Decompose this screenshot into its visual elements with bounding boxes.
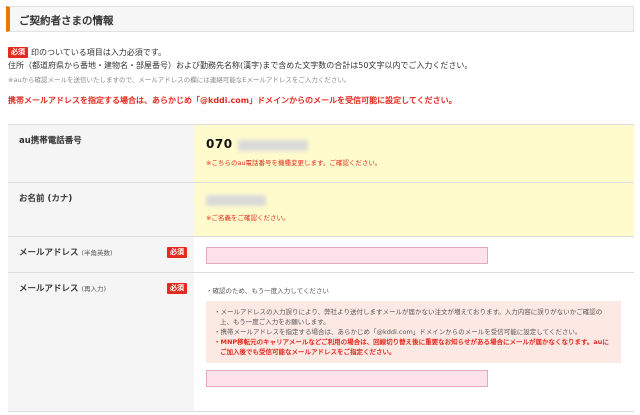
row-email-confirm: メールアドレス (再入力) 必須 ・確認のため、もう一度入力してください ・メール… [8,273,634,412]
name-note: ※ご名義をご確認ください。 [206,214,290,222]
email-confirm-value-cell: ・確認のため、もう一度入力してください ・メールアドレスの入力誤りにより、弊社よ… [194,273,634,411]
email-confirm-required-badge: 必須 [167,283,187,294]
email-confirm-hint: ・確認のため、もう一度入力してください [206,287,329,295]
form-table: au携帯電話番号 070 ※こちらのau電話番号を機種変更します。ご確認ください… [8,124,634,412]
phone-note: ※こちらのau電話番号を機種変更します。ご確認ください。 [206,159,382,167]
section-header: ご契約者さまの情報 [6,6,634,32]
email-notice-item: ・メールアドレスの入力誤りにより、弊社より送付しますメールが届かない注文が増えて… [214,308,603,326]
required-legend-text: 印のついている項目は入力必須です。 [31,48,166,57]
email-notice-mnp: ・MNP移転元のキャリアメールなどご利用の場合は、回線切り替え後に重要なお知らせ… [214,338,609,356]
address-rule-text: 住所（都道府県から番地・建物名・部屋番号）および勤務先名称(漢字)まで含めた文字… [8,61,473,70]
email-input[interactable] [206,247,488,264]
email-label-cell: メールアドレス (半角英数) 必須 [8,237,194,272]
email-notice-item: ・携帯メールアドレスを指定する場合は、あらかじめ「@kddi.com」ドメインか… [214,328,582,336]
phone-number-prefix: 070 [206,137,233,151]
row-name: お名前 (カナ) ※ご名義をご確認ください。 [8,183,634,237]
required-legend: 必須 印のついている項目は入力必須です。 [8,46,634,59]
email-value-cell [194,237,634,272]
email-confirm-label-sub: (再入力) [81,285,107,293]
section-title: ご契約者さまの情報 [19,15,114,27]
phone-number-masked [238,140,309,151]
required-badge: 必須 [8,47,28,58]
email-note-text: ※auから確認メールを送信いたしますので、メールアドレスの欄には連絡可能なEメー… [8,76,351,84]
name-masked [206,195,266,206]
name-value-cell: ※ご名義をご確認ください。 [194,183,634,236]
row-phone: au携帯電話番号 070 ※こちらのau電話番号を機種変更します。ご確認ください… [8,125,634,183]
email-confirm-label-cell: メールアドレス (再入力) 必須 [8,273,194,411]
row-email: メールアドレス (半角英数) 必須 [8,237,634,273]
email-required-badge: 必須 [167,247,187,258]
email-confirm-label: メールアドレス [19,284,79,294]
domain-warning-text: 携帯メールアドレスを指定する場合は、あらかじめ「@kddi.com」ドメインから… [8,96,457,105]
name-label: お名前 (カナ) [8,183,194,236]
email-notice-box: ・メールアドレスの入力誤りにより、弊社より送付しますメールが届かない注文が増えて… [206,301,621,363]
intro-block: 必須 印のついている項目は入力必須です。 住所（都道府県から番地・建物名・部屋番号… [8,46,634,107]
email-label: メールアドレス [19,248,79,258]
phone-value-cell: 070 ※こちらのau電話番号を機種変更します。ご確認ください。 [194,125,634,182]
email-label-sub: (半角英数) [81,249,113,257]
email-confirm-input[interactable] [206,370,488,387]
phone-label: au携帯電話番号 [8,125,194,182]
